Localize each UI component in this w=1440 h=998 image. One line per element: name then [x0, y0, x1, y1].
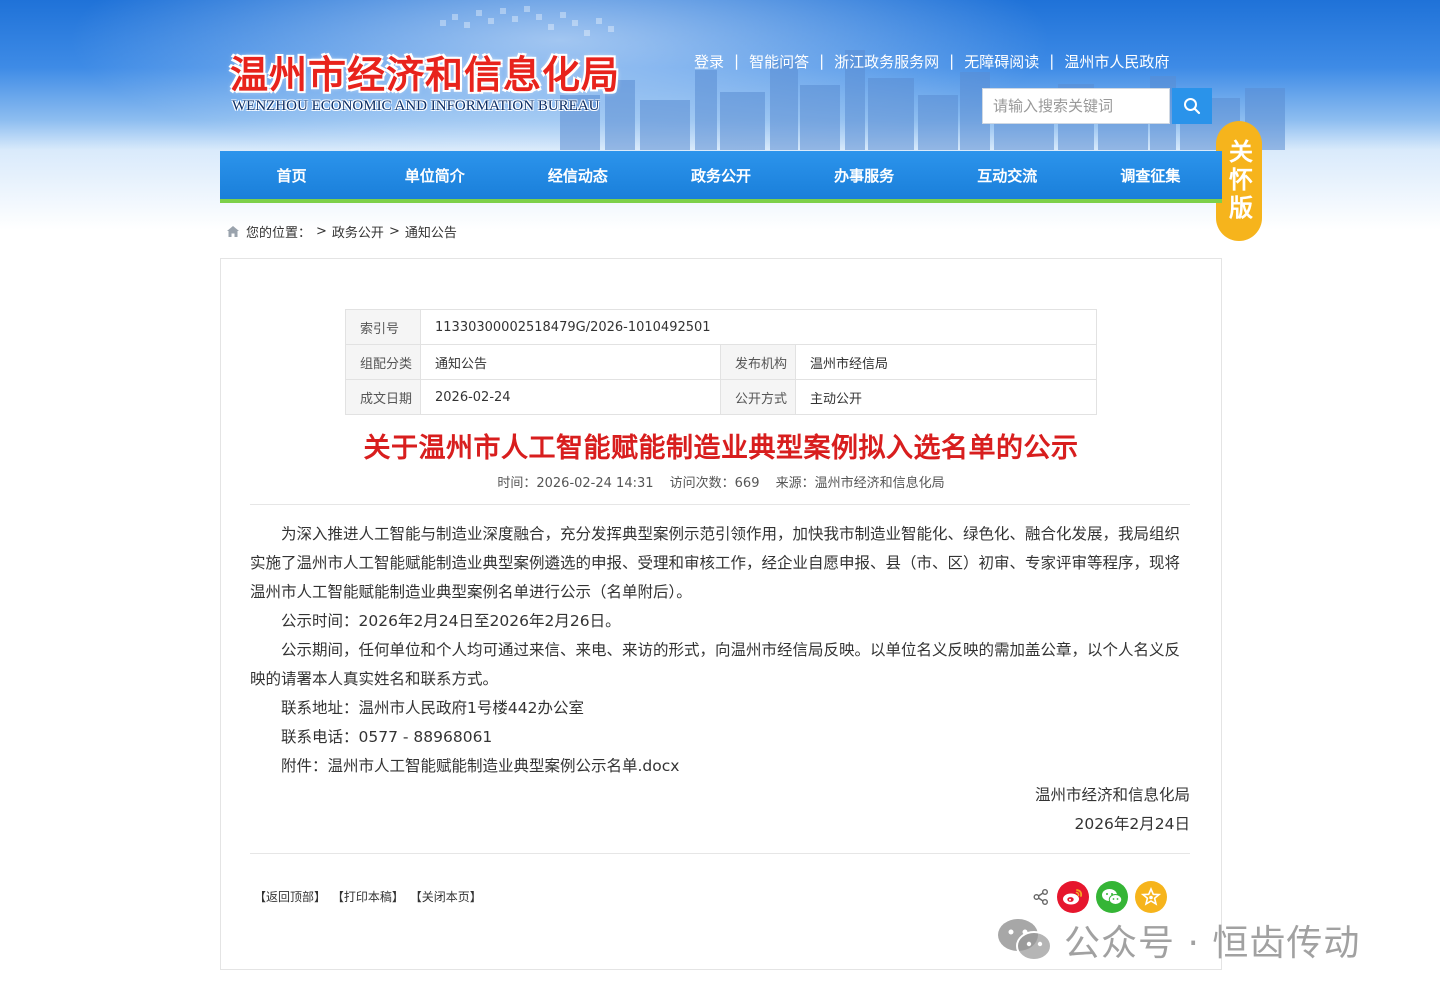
meta-label: 发布机构 [720, 344, 797, 380]
divider: | [1049, 52, 1055, 70]
sign-date: 2026年2月24日 [1074, 815, 1190, 833]
breadcrumb-separator: > [388, 223, 400, 239]
attachment-link[interactable]: 附件：温州市人工智能赋能制造业典型案例公示名单.docx [250, 752, 1190, 781]
share-icon [1033, 889, 1048, 905]
zhejiang-service-link[interactable]: 浙江政务服务网 [834, 51, 939, 72]
nav-item-public-affairs[interactable]: 政务公开 [649, 151, 792, 199]
star-icon [1141, 887, 1161, 906]
wechat-share-button[interactable] [1096, 881, 1128, 913]
article-time: 时间：2026-02-24 14:31 [497, 476, 654, 491]
nav-accent-bar [220, 199, 1222, 203]
meta-value: 11330300002518479G/2026-1010492501 [420, 309, 1097, 345]
accessibility-link[interactable]: 无障碍阅读 [964, 51, 1039, 72]
favorite-button[interactable] [1135, 881, 1167, 913]
article-title: 关于温州市人工智能赋能制造业典型案例拟入选名单的公示 [363, 433, 1079, 464]
nav-item-about[interactable]: 单位简介 [363, 151, 506, 199]
watermark: 公众号 · 恒齿传动 [996, 914, 1360, 966]
breadcrumb-item-notices[interactable]: 通知公告 [405, 222, 457, 241]
nav-item-interaction[interactable]: 互动交流 [936, 151, 1079, 199]
article-info: 时间：2026-02-24 14:31 访问次数：669 来源：温州市经济和信息… [220, 472, 1222, 491]
paragraph: 联系电话：0577 - 88968061 [281, 728, 493, 746]
paragraph: 联系地址：温州市人民政府1号楼442办公室 [281, 699, 584, 717]
search-icon [1184, 98, 1201, 115]
breadcrumb-item-public-affairs[interactable]: 政务公开 [332, 222, 384, 241]
wechat-logo-icon [998, 919, 1052, 961]
breadcrumb-label: 您的位置： [246, 225, 312, 241]
share-bar [1032, 880, 1167, 914]
site-logo-title[interactable]: 温州市经济和信息化局 [230, 44, 620, 99]
watermark-text: 公众号 · 恒齿传动 [1064, 923, 1361, 964]
meta-label: 公开方式 [720, 379, 797, 415]
divider: | [819, 52, 825, 70]
meta-label: 成文日期 [344, 379, 422, 415]
home-icon [227, 225, 239, 237]
paragraph: 公示期间，任何单位和个人均可通过来信、来电、来访的形式，向温州市经信局反映。以单… [250, 641, 1181, 688]
breadcrumb-separator: > [316, 223, 327, 239]
weibo-icon [1063, 889, 1083, 905]
search-button[interactable] [1172, 88, 1212, 124]
meta-label: 索引号 [344, 309, 422, 345]
print-link[interactable]: 【打印本稿】 [332, 890, 404, 904]
nav-item-services[interactable]: 办事服务 [793, 151, 936, 199]
meta-value: 温州市经信局 [795, 344, 1097, 380]
document-meta-table: 索引号 11330300002518479G/2026-1010492501 组… [344, 309, 1097, 415]
divider [250, 504, 1190, 505]
meta-value: 主动公开 [795, 379, 1097, 415]
footer-links: 【返回顶部】 【打印本稿】 【关闭本页】 [254, 888, 484, 905]
login-link[interactable]: 登录 [694, 51, 724, 72]
divider: | [734, 52, 740, 70]
search-input[interactable]: 请输入搜索关键词 [982, 88, 1170, 124]
top-links: 登录 | 智能问答 | 浙江政务服务网 | 无障碍阅读 | 温州市人民政府 [694, 50, 1169, 72]
main-nav: 首页 单位简介 经信动态 政务公开 办事服务 互动交流 调查征集 [220, 151, 1222, 199]
article-visits: 访问次数：669 [669, 476, 760, 491]
divider [250, 853, 1190, 854]
breadcrumb: 您的位置： > 政务公开 > 通知公告 [226, 222, 457, 241]
weibo-share-button[interactable] [1057, 881, 1089, 913]
meta-value: 2026-02-24 [420, 379, 722, 415]
meta-label: 组配分类 [344, 344, 422, 380]
divider: | [949, 52, 955, 70]
nav-item-news[interactable]: 经信动态 [506, 151, 649, 199]
close-page-link[interactable]: 【关闭本页】 [410, 890, 482, 904]
care-version-button[interactable]: 关怀版 [1216, 121, 1262, 241]
article-source: 来源：温州市经济和信息化局 [775, 476, 945, 491]
site-logo-subtitle: WENZHOU ECONOMIC AND INFORMATION BUREAU [232, 98, 600, 114]
paragraph: 为深入推进人工智能与制造业深度融合，充分发挥典型案例示范引领作用，加快我市制造业… [250, 525, 1181, 601]
smart-qa-link[interactable]: 智能问答 [749, 51, 809, 72]
nav-item-home[interactable]: 首页 [220, 151, 363, 199]
wechat-icon [1102, 889, 1123, 905]
paragraph: 公示时间：2026年2月24日至2026年2月26日。 [281, 612, 621, 630]
back-to-top-link[interactable]: 【返回顶部】 [254, 890, 326, 904]
nav-item-survey[interactable]: 调查征集 [1079, 151, 1222, 199]
wenzhou-gov-link[interactable]: 温州市人民政府 [1064, 51, 1169, 72]
article-body: 为深入推进人工智能与制造业深度融合，充分发挥典型案例示范引领作用，加快我市制造业… [250, 520, 1190, 839]
signature: 温州市经济和信息化局 [1034, 786, 1190, 804]
meta-value: 通知公告 [420, 344, 722, 380]
